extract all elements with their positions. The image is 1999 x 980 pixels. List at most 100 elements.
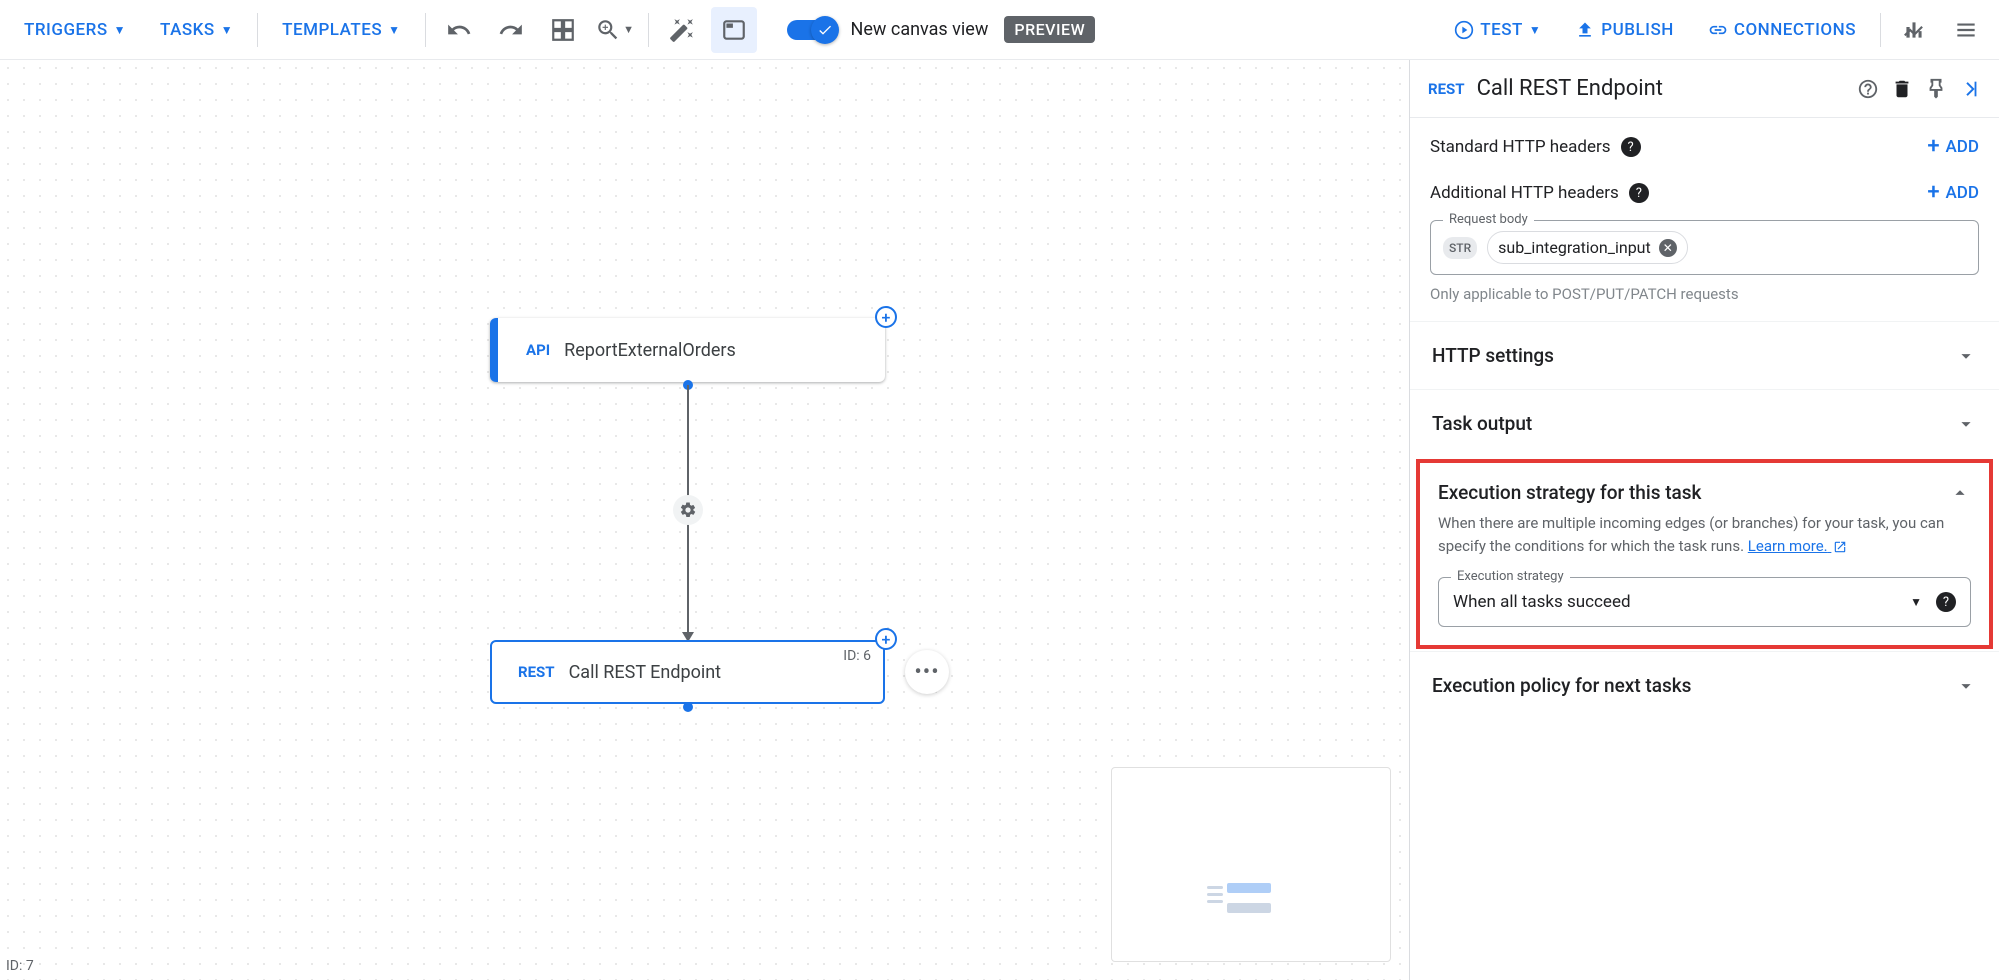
chevron-down-icon [1955,345,1977,367]
request-body-legend: Request body [1443,212,1534,227]
caret-down-icon: ▼ [221,23,233,37]
add-node-button[interactable]: + [875,306,897,328]
test-label: TEST [1480,20,1523,40]
publish-label: PUBLISH [1601,20,1674,40]
task-details-panel: REST Call REST Endpoint Standard HTTP he… [1409,60,1999,980]
expand-icon[interactable] [1959,78,1981,100]
exec-strategy-title: Execution strategy for this task [1438,481,1949,504]
edge-settings-button[interactable] [673,495,703,525]
canvas-minimap[interactable] [1111,767,1391,962]
exec-policy-label: Execution policy for next tasks [1432,674,1955,697]
test-dropdown[interactable]: TEST ▼ [1440,10,1555,50]
execution-policy-section[interactable]: Execution policy for next tasks [1410,651,1999,719]
tasks-dropdown[interactable]: TASKS ▼ [146,10,247,50]
add-label: ADD [1946,137,1979,157]
layout-button[interactable] [540,7,586,53]
add-std-header-button[interactable]: + ADD [1927,136,1979,158]
add-addl-header-button[interactable]: + ADD [1927,182,1979,204]
top-toolbar: TRIGGERS ▼ TASKS ▼ TEMPLATES ▼ ▼ [0,0,1999,60]
add-label: ADD [1946,183,1979,203]
request-body-chip[interactable]: sub_integration_input ✕ [1487,231,1688,264]
node-badge: API [526,341,550,359]
redo-button[interactable] [488,7,534,53]
learn-more-link[interactable]: Learn more. [1748,537,1848,555]
chip-remove-icon[interactable]: ✕ [1659,239,1677,257]
addl-headers-label: Additional HTTP headers [1430,183,1619,203]
http-settings-section[interactable]: HTTP settings [1410,321,1999,389]
caret-down-icon: ▼ [1529,23,1541,37]
pin-icon[interactable] [1925,78,1947,100]
exec-strategy-desc-text: When there are multiple incoming edges (… [1438,514,1944,555]
triggers-label: TRIGGERS [24,20,108,40]
toggle-knob [811,16,839,44]
delete-icon[interactable] [1891,78,1913,100]
canvas-id-label: ID: 7 [6,958,34,974]
canvas-view-toggle[interactable] [787,20,833,40]
toolbar-separator [257,13,258,47]
chevron-up-icon[interactable] [1949,482,1971,504]
type-pill: STR [1443,237,1477,259]
minimap-node [1227,903,1271,913]
toolbar-separator [648,13,649,47]
caret-down-icon: ▼ [388,23,400,37]
help-icon[interactable]: ? [1936,592,1956,612]
analytics-button[interactable] [1891,7,1937,53]
menu-button[interactable] [1943,7,1989,53]
chevron-down-icon [1955,413,1977,435]
minimap-node [1207,900,1223,903]
exec-strategy-value: When all tasks succeed [1453,592,1910,612]
request-body-hint: Only applicable to POST/PUT/PATCH reques… [1430,285,1979,303]
panel-title: Call REST Endpoint [1477,76,1845,101]
panel-header: REST Call REST Endpoint [1410,60,1999,118]
std-headers-label: Standard HTTP headers [1430,137,1611,157]
task-output-section[interactable]: Task output [1410,389,1999,457]
toolbar-separator [425,13,426,47]
chevron-down-icon [1955,675,1977,697]
undo-button[interactable] [436,7,482,53]
standard-headers-row: Standard HTTP headers ? + ADD [1410,118,1999,176]
canvas-node-task[interactable]: REST Call REST Endpoint ID: 6 + [490,640,885,704]
node-label: Call REST Endpoint [569,662,722,683]
publish-button[interactable]: PUBLISH [1561,10,1688,50]
help-icon[interactable]: ? [1629,183,1649,203]
preview-badge: PREVIEW [1004,16,1095,43]
autofix-button[interactable] [659,7,705,53]
node-accent [490,318,498,382]
request-body-field[interactable]: Request body STR sub_integration_input ✕ [1430,220,1979,275]
help-icon[interactable] [1857,78,1879,100]
panel-badge: REST [1428,80,1465,98]
connection-dot[interactable] [683,702,693,712]
execution-strategy-select[interactable]: Execution strategy When all tasks succee… [1438,577,1971,627]
add-node-button[interactable]: + [875,628,897,650]
chip-text: sub_integration_input [1498,238,1651,257]
additional-headers-row: Additional HTTP headers ? + ADD Request … [1410,176,1999,321]
connections-button[interactable]: CONNECTIONS [1694,10,1870,50]
node-label: ReportExternalOrders [564,340,736,361]
node-more-button[interactable]: ••• [905,650,949,694]
task-output-label: Task output [1432,412,1955,435]
execution-strategy-section: Execution strategy for this task When th… [1416,459,1993,649]
canvas-view-label: New canvas view [851,19,989,40]
caret-down-icon: ▼ [114,23,126,37]
connections-label: CONNECTIONS [1734,20,1856,40]
node-badge: REST [518,663,555,681]
node-id: ID: 6 [843,648,871,664]
integration-canvas[interactable]: API ReportExternalOrders + REST Call RES… [0,60,1409,980]
minimap-node [1207,893,1223,896]
panel-toggle-button[interactable] [711,7,757,53]
toolbar-separator [1880,13,1881,47]
minimap-node [1227,883,1271,893]
help-icon[interactable]: ? [1621,137,1641,157]
learn-more-text: Learn more. [1748,537,1828,555]
templates-dropdown[interactable]: TEMPLATES ▼ [268,10,414,50]
exec-strategy-legend: Execution strategy [1451,569,1570,584]
tasks-label: TASKS [160,20,215,40]
canvas-node-trigger[interactable]: API ReportExternalOrders + [490,318,885,382]
zoom-button[interactable]: ▼ [592,7,638,53]
triggers-dropdown[interactable]: TRIGGERS ▼ [10,10,140,50]
minimap-node [1207,886,1223,889]
exec-strategy-description: When there are multiple incoming edges (… [1438,512,1971,557]
dropdown-icon: ▼ [1910,595,1922,609]
templates-label: TEMPLATES [282,20,382,40]
http-settings-label: HTTP settings [1432,344,1955,367]
